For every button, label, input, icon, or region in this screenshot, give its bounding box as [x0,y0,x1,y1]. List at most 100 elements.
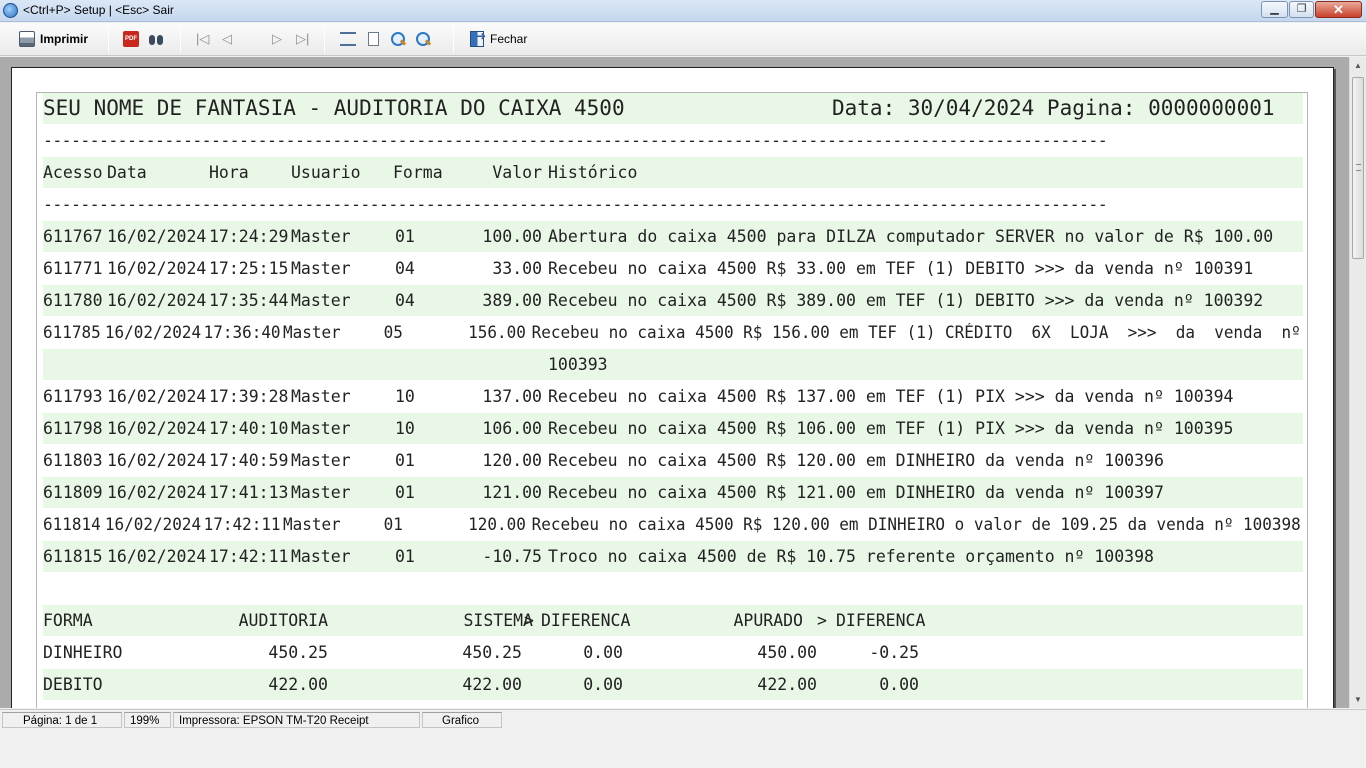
sum-diferenca1: 0.00 [583,675,623,694]
first-page-button[interactable]: |◁ [196,29,209,49]
sum-sistema: 450.25 [462,643,522,662]
status-zoom: 199% [124,712,171,728]
toolbar: Imprimir PDF |◁ ◁ ▷ ▷| Fechar [0,23,1366,56]
sum-apurado: 450.00 [757,643,817,662]
cell-data: 16/02/2024 [104,515,202,534]
table-row: 611798 16/02/2024 17:40:10 Master 10 106.00 Re… [43,413,1303,444]
binoculars-icon [148,31,164,47]
report-header: SEU NOME DE FANTASIA - AUDITORIA DO CAIX… [43,93,1303,124]
cell-valor: 33.00 [492,259,542,278]
cell-usuario: Master [291,483,351,502]
close-window-button[interactable]: ✕ [1315,1,1362,18]
status-page: Página: 1 de 1 [2,712,122,728]
cell-hora: 17:36:40 [203,323,281,342]
col-valor: Valor [492,163,542,182]
sum-forma: DEBITO [43,675,103,694]
cell-valor: 121.00 [482,483,542,502]
sum-apurado: 422.00 [757,675,817,694]
cell-usuario: Master [282,515,341,534]
export-pdf-button[interactable]: PDF [123,29,139,49]
next-page-button[interactable]: ▷ [272,29,282,49]
cell-hora: 17:25:15 [209,259,289,278]
sum-col-forma: FORMA [43,611,93,630]
print-label: Imprimir [40,32,89,46]
cell-forma: 01 [383,515,403,534]
cell-data: 16/02/2024 [107,291,207,310]
sum-diferenca1: 0.00 [583,643,623,662]
zoom-in-button[interactable] [390,29,406,49]
cell-valor: 137.00 [482,387,542,406]
cell-acesso: 611785 [43,323,101,342]
page-width-button[interactable] [340,29,356,49]
app-icon [3,3,18,18]
window-footer [0,729,1366,768]
table-row: 611780 16/02/2024 17:35:44 Master 04 389.00 Re… [43,285,1303,316]
last-page-button[interactable]: ▷| [296,29,309,49]
cell-acesso: 611809 [43,483,103,502]
window-title: <Ctrl+P> Setup | <Esc> Sair [23,3,174,17]
sum-diferenca2: 0.00 [879,675,919,694]
maximize-button[interactable]: ❐ [1289,1,1314,18]
cell-hora: 17:40:59 [209,451,289,470]
divider: ----------------------------------------… [43,195,1108,214]
cell-data: 16/02/2024 [107,227,207,246]
cell-data: 16/02/2024 [107,483,207,502]
cell-valor: 106.00 [482,419,542,438]
col-forma: Forma [393,163,443,182]
cell-acesso: 611780 [43,291,103,310]
cell-acesso: 611767 [43,227,103,246]
find-button[interactable] [148,29,164,49]
cell-forma: 04 [395,291,415,310]
close-preview-button[interactable]: Fechar [470,29,527,49]
sum-col-apurado: APURADO [733,611,803,630]
cell-acesso: 611771 [43,259,103,278]
table-row: 611785 16/02/2024 17:36:40 Master 05 156.00 Re… [43,317,1301,348]
summary-row: DINHEIRO 450.25 450.25 0.00 450.00 -0.25 [43,637,1303,668]
print-button[interactable]: Imprimir [19,29,88,49]
cell-usuario: Master [282,323,341,342]
cell-usuario: Master [291,547,351,566]
cell-usuario: Master [291,451,351,470]
cell-usuario: Master [291,227,351,246]
cell-historico: Recebeu no caixa 4500 R$ 121.00 em DINHE… [548,483,1164,502]
cell-valor: 156.00 [468,323,526,342]
page-width-icon [340,32,356,46]
page-icon [368,32,379,46]
cell-historico: Troco no caixa 4500 de R$ 10.75 referent… [548,547,1154,566]
previous-page-button[interactable]: ◁ [222,29,232,49]
cell-data: 16/02/2024 [107,419,207,438]
zoom-out-icon [415,31,431,47]
scroll-down-button[interactable]: ▼ [1350,691,1366,708]
vertical-scrollbar[interactable]: ▲ ▼ [1349,57,1366,708]
minimize-button[interactable]: ▁ [1261,1,1288,18]
cell-valor: 120.00 [468,515,526,534]
pdf-icon: PDF [123,31,139,47]
status-bar: Página: 1 de 1 199% Impressora: EPSON TM… [0,709,1366,729]
scroll-thumb[interactable] [1352,77,1364,259]
cell-data: 16/02/2024 [107,547,207,566]
cell-forma: 10 [395,419,415,438]
scroll-up-button[interactable]: ▲ [1350,57,1366,74]
zoom-in-icon [390,31,406,47]
print-preview-area[interactable]: SEU NOME DE FANTASIA - AUDITORIA DO CAIX… [0,57,1349,708]
zoom-out-button[interactable] [415,29,431,49]
cell-historico: Recebeu no caixa 4500 R$ 156.00 em TEF (… [531,323,1301,342]
cell-forma: 01 [395,227,415,246]
summary-row: DEBITO 422.00 422.00 0.00 422.00 0.00 [43,669,1303,700]
table-row: 611809 16/02/2024 17:41:13 Master 01 121.00 Re… [43,477,1303,508]
cell-data: 16/02/2024 [107,387,207,406]
table-header: Acesso Data Hora Usuario Forma Valor His… [43,157,1303,188]
cell-usuario: Master [291,387,351,406]
toolbar-separator [108,26,109,53]
cell-historico: Recebeu no caixa 4500 R$ 120.00 em DINHE… [548,451,1164,470]
sum-diferenca2: -0.25 [869,643,919,662]
status-printer: Impressora: EPSON TM-T20 Receipt [173,712,420,728]
cell-historico: Abertura do caixa 4500 para DILZA comput… [548,227,1274,246]
table-row: 611803 16/02/2024 17:40:59 Master 01 120.00 Re… [43,445,1303,476]
table-row: 611815 16/02/2024 17:42:11 Master 01 -10.75 Tr… [43,541,1303,572]
whole-page-button[interactable] [366,29,379,49]
cell-hora: 17:42:11 [203,515,281,534]
table-row-continuation: 100393 [43,349,1303,380]
report-body: SEU NOME DE FANTASIA - AUDITORIA DO CAIX… [36,92,1308,708]
cell-hora: 17:39:28 [209,387,289,406]
